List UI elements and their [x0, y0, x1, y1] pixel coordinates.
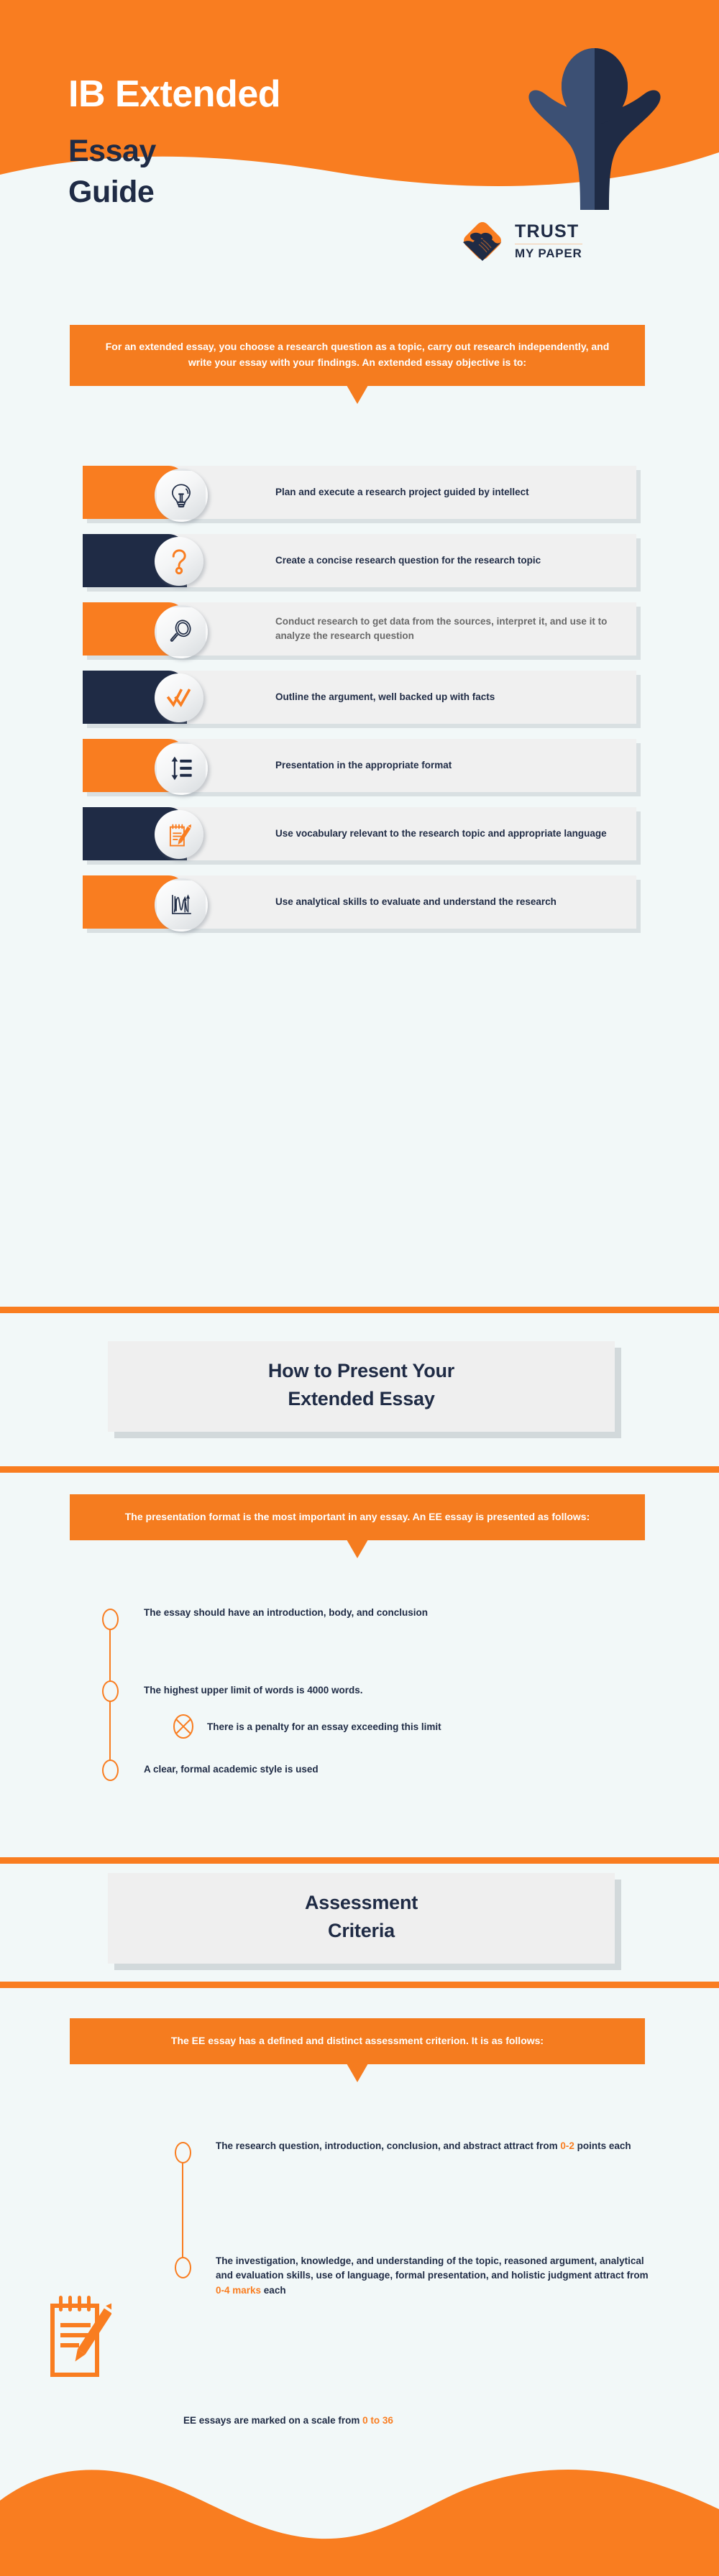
- assessment-banner: The EE essay has a defined and distinct …: [70, 2018, 645, 2083]
- assessment-footer-highlight: 0 to 36: [362, 2415, 393, 2426]
- assessment-item-1-pre: The research question, introduction, con…: [216, 2140, 561, 2151]
- objective-card: Outline the argument, well backed up wit…: [0, 671, 719, 724]
- assessment-item-1-text: The research question, introduction, con…: [216, 2139, 647, 2153]
- logo-trust-text: TRUST: [515, 221, 580, 242]
- objective-card: Conduct research to get data from the so…: [0, 602, 719, 658]
- objective-card-text: Create a concise research question for t…: [275, 555, 541, 566]
- notepad-pencil-large-icon: [50, 2296, 111, 2377]
- assessment-item-1-highlight: 0-2: [560, 2140, 574, 2151]
- presentation-banner-text: The presentation format is the most impo…: [124, 1511, 590, 1522]
- assessment-item-2-text: The investigation, knowledge, and unders…: [216, 2254, 654, 2298]
- question-mark-icon: [155, 537, 203, 586]
- presentation-banner: The presentation format is the most impo…: [70, 1494, 645, 1559]
- assessment-banner-arrow: [347, 2064, 368, 2083]
- page-title-line3: Guide: [68, 175, 155, 209]
- magnifier-icon: [155, 605, 208, 658]
- person-figure-icon: [528, 48, 661, 210]
- presentation-title-line1: How to Present Your: [267, 1360, 455, 1381]
- assessment-footer-pre: EE essays are marked on a scale from: [183, 2415, 363, 2426]
- timeline-item-1-text: The essay should have an introduction, b…: [144, 1607, 429, 1618]
- assessment-footer-text: EE essays are marked on a scale from 0 t…: [183, 2414, 644, 2428]
- header-section: IB Extended Essay Guide TRUST MY PAPER: [0, 0, 719, 302]
- assessment-title-line1: Assessment: [304, 1892, 418, 1913]
- presentation-section-title: How to Present Your Extended Essay: [108, 1341, 615, 1432]
- header-title-block: IB Extended Essay Guide: [68, 75, 514, 208]
- intro-banner: For an extended essay, you choose a rese…: [70, 325, 645, 405]
- section-divider-4: [0, 1982, 719, 1988]
- section-divider-2: [0, 1466, 719, 1473]
- circle-cross-icon: [173, 1714, 193, 1739]
- analytics-chart-icon: [155, 878, 208, 932]
- objective-card-text: Conduct research to get data from the so…: [275, 616, 608, 641]
- double-check-icon: [155, 673, 203, 722]
- handshake-diamond-icon: [463, 222, 502, 261]
- assessment-title-line2: Criteria: [328, 1920, 395, 1942]
- assessment-connector-line: [182, 2152, 183, 2267]
- timeline-node-1: [102, 1609, 119, 1630]
- timeline-item-2-text: The highest upper limit of words is 4000…: [144, 1685, 363, 1696]
- objective-card: Plan and execute a research project guid…: [0, 466, 719, 522]
- assessment-node-1: [175, 2142, 191, 2163]
- timeline-node-3: [102, 1760, 119, 1781]
- presentation-timeline: The essay should have an introduction, b…: [0, 1603, 719, 1818]
- logo-mypaper-text: MY PAPER: [515, 246, 582, 260]
- trust-my-paper-logo: TRUST MY PAPER: [460, 212, 633, 270]
- objective-card: Presentation in the appropriate format: [0, 739, 719, 795]
- assessment-item-1-post: points each: [574, 2140, 631, 2151]
- section-divider-1: [0, 1307, 719, 1313]
- assessment-banner-text: The EE essay has a defined and distinct …: [170, 2035, 544, 2046]
- notepad-pencil-icon: [155, 810, 203, 859]
- intro-banner-text: For an extended essay, you choose a rese…: [105, 341, 610, 368]
- format-list-icon: [155, 742, 208, 795]
- assessment-item-2-post: each: [261, 2284, 286, 2296]
- assessment-item-2-pre: The investigation, knowledge, and unders…: [216, 2255, 649, 2281]
- timeline-node-2: [102, 1680, 119, 1702]
- objective-card: Use vocabulary relevant to the research …: [0, 807, 719, 860]
- footer-orange-wave: [0, 2470, 719, 2576]
- timeline-item-4-text: A clear, formal academic style is used: [144, 1764, 319, 1775]
- page-title-line1: IB Extended: [68, 73, 281, 115]
- assessment-item-2-highlight: 0-4 marks: [216, 2284, 262, 2296]
- objective-card-text: Presentation in the appropriate format: [275, 760, 452, 771]
- objectives-list: Plan and execute a research project guid…: [0, 466, 719, 944]
- page-title-line2: Essay: [68, 134, 156, 168]
- objective-card: Create a concise research question for t…: [0, 534, 719, 587]
- objective-card-text: Use analytical skills to evaluate and un…: [275, 896, 557, 908]
- objective-card-text: Outline the argument, well backed up wit…: [275, 691, 495, 703]
- objective-card-text: Use vocabulary relevant to the research …: [275, 828, 607, 840]
- assessment-timeline: The research question, introduction, con…: [0, 2128, 719, 2451]
- presentation-banner-arrow: [347, 1540, 368, 1559]
- section-divider-3: [0, 1857, 719, 1864]
- objective-card-text: Plan and execute a research project guid…: [275, 487, 529, 498]
- timeline-item-3-text: There is a penalty for an essay exceedin…: [207, 1721, 441, 1732]
- intro-banner-arrow: [347, 385, 368, 405]
- lightbulb-icon: [155, 469, 208, 522]
- infographic-page: IB Extended Essay Guide TRUST MY PAPER F…: [0, 0, 719, 2576]
- assessment-section-title: Assessment Criteria: [108, 1873, 615, 1964]
- objective-card: Use analytical skills to evaluate and un…: [0, 875, 719, 932]
- assessment-node-2: [175, 2257, 191, 2278]
- presentation-title-line2: Extended Essay: [288, 1388, 435, 1410]
